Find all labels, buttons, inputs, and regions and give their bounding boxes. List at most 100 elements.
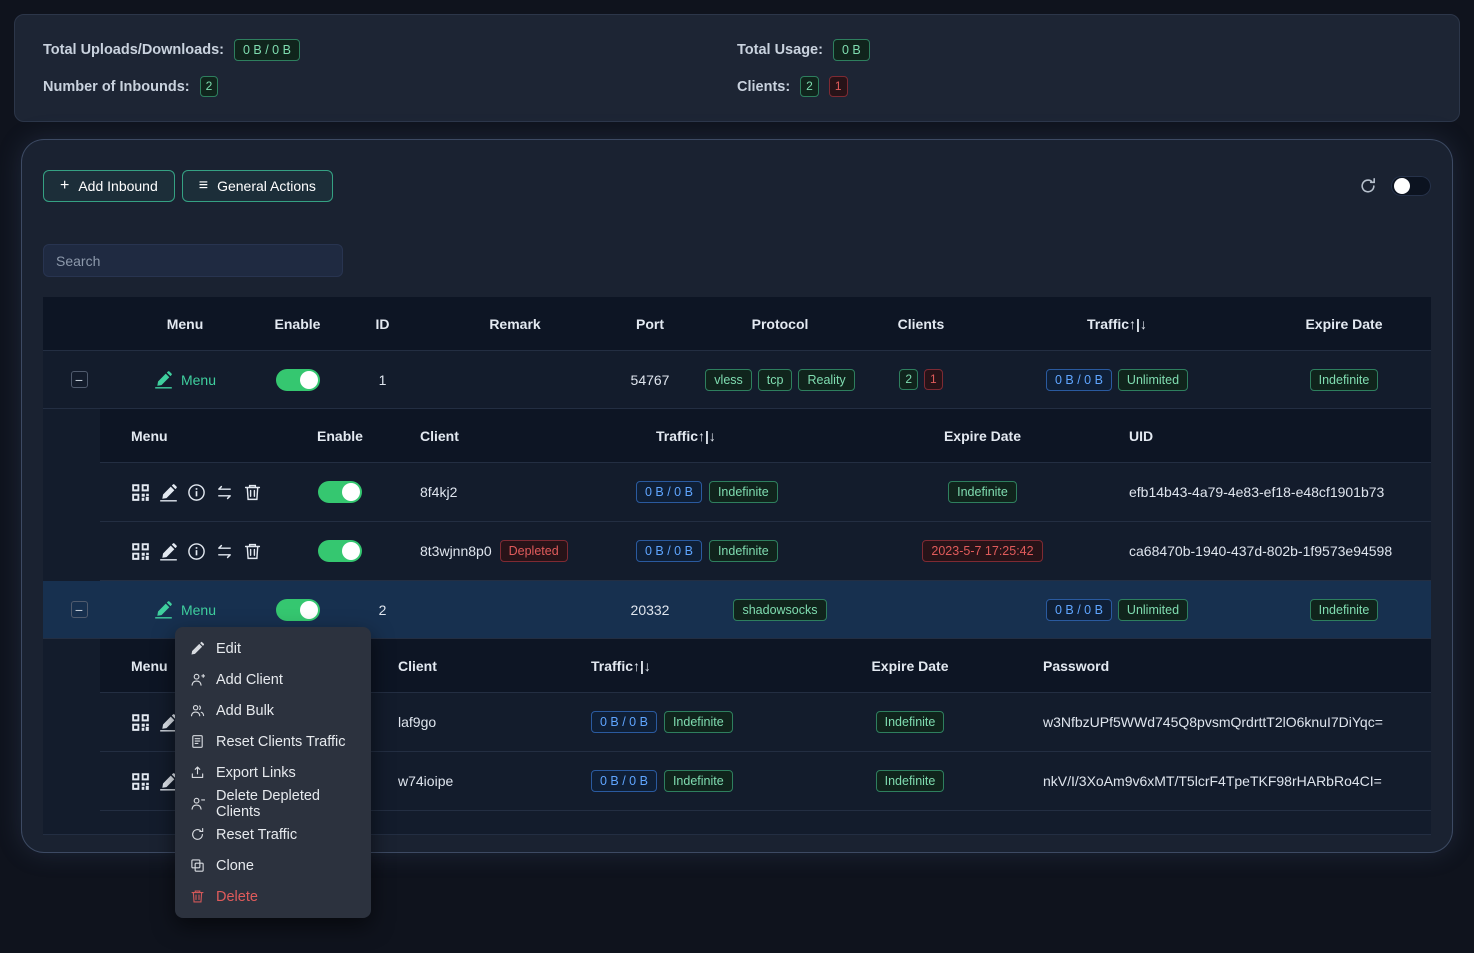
clients-label: Clients: [737, 79, 790, 95]
enable-toggle[interactable] [276, 599, 320, 621]
menu-item-export-links[interactable]: Export Links [175, 757, 371, 788]
general-actions-button[interactable]: ≡ General Actions [182, 170, 333, 202]
expire-badge: Indefinite [1310, 369, 1379, 391]
menu-item-label: Reset Clients Traffic [216, 734, 345, 750]
menu-item-label: Add Client [216, 672, 283, 688]
clients-active-badge: 2 [899, 369, 918, 390]
stat-number-of-inbounds: Number of Inbounds: 2 [43, 76, 737, 97]
traffic-badge: 0 B / 0 B [591, 770, 657, 792]
qr-code-icon[interactable] [131, 713, 150, 732]
col-header-enable: Enable [255, 316, 340, 332]
col-header-protocol: Protocol [695, 316, 865, 332]
client-password: w3NfbzUPf5WWd745Q8pvsmQrdrttT2lO6knuI7Di… [990, 714, 1431, 730]
clients-depleted-count: 1 [829, 76, 848, 97]
info-icon[interactable] [187, 483, 206, 502]
traffic-badge: 0 B / 0 B [591, 711, 657, 733]
delete-client-icon[interactable] [243, 542, 262, 561]
search-input[interactable] [43, 244, 343, 277]
collapse-row-button[interactable]: − [71, 601, 88, 618]
menu-item-reset-traffic[interactable]: Reset Traffic [175, 819, 371, 850]
client-row: 8t3wjnn8p0 Depleted 0 B / 0 B Indefinite… [100, 522, 1431, 581]
enable-toggle[interactable] [276, 369, 320, 391]
export-icon [190, 765, 205, 780]
inbound-row-1: − Menu 1 54767 vless tcp Reality [43, 351, 1431, 409]
traffic-badge: 0 B / 0 B [636, 481, 702, 503]
client-name: w74ioipe [360, 773, 550, 789]
col-header-remark: Remark [425, 316, 605, 332]
col-header-traffic: Traffic↑|↓ [600, 428, 900, 444]
inbound-menu-label: Menu [181, 602, 216, 618]
inbound-menu-label: Menu [181, 372, 216, 388]
expire-badge: Indefinite [1310, 599, 1379, 621]
copy-icon [190, 858, 205, 873]
sync-icon [190, 827, 205, 842]
stat-clients: Clients: 2 1 [737, 76, 1431, 97]
menu-item-clone[interactable]: Clone [175, 850, 371, 881]
qr-code-icon[interactable] [131, 772, 150, 791]
add-inbound-label: Add Inbound [78, 178, 157, 194]
col-header-password: Password [990, 658, 1431, 674]
toolbar-toggle[interactable] [1391, 176, 1431, 196]
menu-item-reset-clients-traffic[interactable]: Reset Clients Traffic [175, 726, 371, 757]
edit-client-icon[interactable] [159, 542, 178, 561]
traffic-limit-badge: Indefinite [709, 481, 778, 503]
clients-depleted-badge: 1 [924, 369, 943, 390]
inbound-id: 1 [340, 372, 425, 388]
stats-left-column: Total Uploads/Downloads: 0 B / 0 B Numbe… [43, 31, 737, 105]
refresh-icon[interactable] [1359, 177, 1377, 195]
toolbar: + Add Inbound ≡ General Actions [43, 170, 1431, 202]
client-password: nkV/I/3XoAm9v6xMT/T5lcrF4TpeTKF98rHARbRo… [990, 773, 1431, 789]
stat-total-uploads-downloads: Total Uploads/Downloads: 0 B / 0 B [43, 39, 737, 61]
inbound-menu-dropdown[interactable]: Menu [154, 600, 216, 619]
menu-item-label: Delete Depleted Clients [216, 788, 356, 820]
qr-code-icon[interactable] [131, 483, 150, 502]
inbound-menu-dropdown[interactable]: Menu [154, 370, 216, 389]
menu-item-delete-depleted-clients[interactable]: Delete Depleted Clients [175, 788, 371, 819]
enable-toggle[interactable] [318, 481, 362, 503]
protocol-tag: Reality [798, 369, 854, 391]
client-name: 8f4kj2 [380, 484, 600, 500]
info-icon[interactable] [187, 542, 206, 561]
inbounds-table-header: Menu Enable ID Remark Port Protocol Clie… [43, 297, 1431, 351]
edit-icon [154, 600, 173, 619]
traffic-badge: 0 B / 0 B [636, 540, 702, 562]
add-inbound-button[interactable]: + Add Inbound [43, 170, 175, 202]
traffic-limit-badge: Unlimited [1118, 369, 1188, 391]
edit-icon [190, 641, 205, 656]
toggle-knob [342, 542, 360, 560]
menu-item-add-bulk[interactable]: Add Bulk [175, 695, 371, 726]
plus-icon: + [60, 178, 69, 194]
menu-item-label: Edit [216, 641, 241, 657]
toggle-knob [342, 483, 360, 501]
qr-code-icon[interactable] [131, 542, 150, 561]
total-usage-label: Total Usage: [737, 42, 823, 58]
edit-client-icon[interactable] [159, 483, 178, 502]
stats-right-column: Total Usage: 0 B Clients: 2 1 [737, 31, 1431, 105]
menu-item-delete[interactable]: Delete [175, 881, 371, 912]
traffic-limit-badge: Unlimited [1118, 599, 1188, 621]
client-table-inbound-1: Menu Enable Client Traffic↑|↓ Expire Dat… [100, 409, 1431, 581]
reset-traffic-icon[interactable] [215, 542, 234, 561]
expire-badge: Indefinite [876, 711, 945, 733]
reset-traffic-icon[interactable] [215, 483, 234, 502]
traffic-limit-badge: Indefinite [664, 711, 733, 733]
menu-item-add-client[interactable]: Add Client [175, 664, 371, 695]
col-header-enable: Enable [300, 428, 380, 444]
menu-item-edit[interactable]: Edit [175, 633, 371, 664]
client-uid: efb14b43-4a79-4e83-ef18-e48cf1901b73 [1065, 484, 1431, 500]
enable-toggle[interactable] [318, 540, 362, 562]
menu-item-label: Add Bulk [216, 703, 274, 719]
client-row: 8f4kj2 0 B / 0 B Indefinite Indefinite e… [100, 463, 1431, 522]
trash-icon [190, 889, 205, 904]
inbound-context-menu: Edit Add Client Add Bulk Reset Clients T… [175, 627, 371, 918]
col-header-clients: Clients [865, 316, 977, 332]
menu-item-label: Delete [216, 889, 258, 905]
depleted-badge: Depleted [500, 540, 568, 562]
stat-total-usage: Total Usage: 0 B [737, 39, 1431, 61]
client-table-header: Menu Enable Client Traffic↑|↓ Expire Dat… [100, 409, 1431, 463]
expire-badge: 2023-5-7 17:25:42 [922, 540, 1042, 562]
delete-client-icon[interactable] [243, 483, 262, 502]
col-header-menu: Menu [115, 316, 255, 332]
protocol-tag: shadowsocks [733, 599, 826, 621]
collapse-row-button[interactable]: − [71, 371, 88, 388]
